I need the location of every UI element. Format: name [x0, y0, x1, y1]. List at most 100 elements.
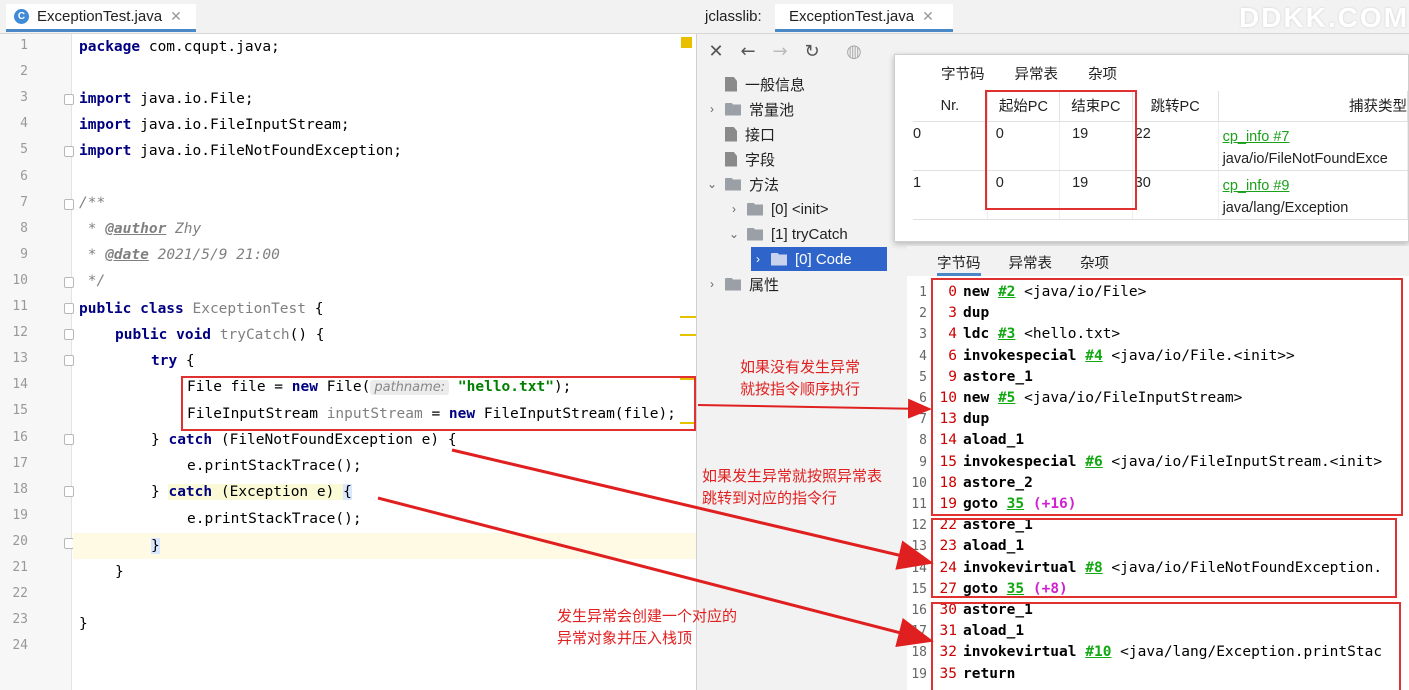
back-arrow-icon[interactable]: ← — [737, 40, 759, 62]
fold-toggle-icon[interactable] — [64, 198, 74, 210]
fold-toggle-icon[interactable] — [64, 276, 74, 288]
col-nr[interactable]: Nr. — [913, 91, 988, 122]
tab-bytecode[interactable]: 字节码 — [941, 55, 985, 87]
line-number[interactable]: 20 — [0, 534, 28, 549]
tree-item[interactable]: ⌄ [1] tryCatch — [727, 222, 848, 246]
line-number[interactable]: 4 — [0, 116, 28, 131]
col-handler-pc[interactable]: 跳转PC — [1132, 91, 1219, 122]
warning-marker-icon[interactable] — [681, 37, 692, 48]
bytecode-line-number: 18 — [911, 645, 927, 661]
fold-toggle-icon[interactable] — [64, 355, 74, 367]
code-line-7[interactable]: /** — [79, 190, 105, 216]
browser-globe-icon[interactable]: ◍ — [843, 40, 865, 62]
expand-arrow-icon[interactable]: ⌄ — [727, 227, 741, 241]
code-line-20[interactable]: } — [151, 533, 160, 559]
line-number[interactable]: 13 — [0, 351, 28, 366]
fold-toggle-icon[interactable] — [64, 146, 74, 158]
cell-type: cp_info #7 java/io/FileNotFoundExce — [1218, 121, 1408, 171]
tree-item[interactable]: › [0] <init> — [727, 197, 829, 221]
line-number[interactable]: 11 — [0, 299, 28, 314]
code-line-8[interactable]: * @author Zhy — [79, 216, 202, 242]
code-line-21[interactable]: } — [115, 559, 124, 585]
refresh-icon[interactable]: ↻ — [801, 40, 823, 62]
fold-toggle-icon[interactable] — [64, 94, 74, 106]
tree-item[interactable]: › 属性 — [705, 272, 779, 296]
line-number[interactable]: 22 — [0, 586, 28, 601]
line-number[interactable]: 21 — [0, 560, 28, 575]
tab-misc[interactable]: 杂项 — [1088, 55, 1117, 87]
code-line-23[interactable]: } — [79, 611, 88, 637]
line-number[interactable]: 16 — [0, 430, 28, 445]
expand-arrow-icon[interactable]: › — [727, 202, 741, 216]
forward-arrow-icon[interactable]: → — [769, 40, 791, 62]
tab-exception-table[interactable]: 异常表 — [1015, 55, 1059, 87]
line-number[interactable]: 1 — [0, 38, 28, 53]
code-line-17[interactable]: e.printStackTrace(); — [187, 453, 362, 479]
expand-arrow-icon[interactable]: ⌄ — [705, 177, 719, 191]
line-number[interactable]: 14 — [0, 377, 28, 392]
close-icon[interactable]: ✕ — [922, 8, 934, 25]
code-editor[interactable]: C ExceptionTest.java ✕ 1 2 3 4 5 6 7 8 9 10 11 12 13… — [0, 0, 697, 690]
code-line-18[interactable]: } catch (Exception e) { — [151, 479, 352, 505]
code-line-3[interactable]: import java.io.File; — [79, 86, 254, 112]
tree-item[interactable]: 接口 — [705, 122, 775, 146]
fold-toggle-icon[interactable] — [64, 303, 74, 314]
fold-toggle-icon[interactable] — [64, 485, 74, 497]
bytecode-line-number: 6 — [919, 391, 927, 406]
tab-exceptiontest-java[interactable]: C ExceptionTest.java ✕ — [6, 4, 196, 32]
line-number[interactable]: 12 — [0, 325, 28, 340]
jclasslib-toolbar: ✕ ← → ↻ ◍ — [697, 36, 897, 66]
tree-item[interactable]: ⌄ 方法 — [705, 172, 779, 196]
line-number[interactable]: 5 — [0, 142, 28, 157]
code-line-4[interactable]: import java.io.FileInputStream; — [79, 112, 350, 138]
line-number[interactable]: 9 — [0, 247, 28, 262]
folder-icon — [747, 227, 763, 241]
line-number[interactable]: 6 — [0, 169, 28, 184]
expand-arrow-icon[interactable]: › — [705, 277, 719, 291]
code-line-10[interactable]: */ — [79, 268, 105, 294]
code-line-1[interactable]: package com.cqupt.java; — [79, 34, 280, 60]
bytecode-line-number: 3 — [919, 327, 927, 343]
tab-misc[interactable]: 杂项 — [1080, 246, 1109, 276]
tab-jclasslib-exceptiontest[interactable]: ExceptionTest.java ✕ — [775, 4, 953, 32]
fold-toggle-icon[interactable] — [64, 329, 74, 341]
scroll-marker[interactable] — [680, 334, 696, 336]
line-number[interactable]: 19 — [0, 508, 28, 523]
line-number[interactable]: 24 — [0, 638, 28, 653]
code-line-11[interactable]: public class ExceptionTest { — [79, 296, 323, 322]
tree-item[interactable]: › 常量池 — [705, 97, 794, 121]
bytecode-line-number: 14 — [911, 560, 927, 576]
tree-item[interactable]: › [0] Code — [751, 247, 887, 271]
tab-label: ExceptionTest.java — [789, 8, 915, 25]
line-number[interactable]: 15 — [0, 403, 28, 418]
document-icon — [725, 151, 737, 167]
expand-arrow-icon[interactable]: › — [751, 252, 765, 266]
line-number[interactable]: 10 — [0, 273, 28, 288]
line-number[interactable]: 2 — [0, 64, 28, 79]
line-number[interactable]: 23 — [0, 612, 28, 627]
line-number[interactable]: 17 — [0, 456, 28, 471]
tree-item-label: [0] <init> — [771, 200, 829, 218]
expand-arrow-icon[interactable]: › — [705, 102, 719, 116]
close-icon[interactable]: ✕ — [170, 9, 182, 25]
code-line-9[interactable]: * @date 2021/5/9 21:00 — [79, 242, 280, 268]
pc-range-highlight — [985, 90, 1137, 210]
fold-toggle-icon[interactable] — [64, 433, 74, 445]
line-number[interactable]: 7 — [0, 195, 28, 210]
line-number[interactable]: 3 — [0, 90, 28, 105]
tree-item[interactable]: 字段 — [705, 147, 775, 171]
col-catch-type[interactable]: 捕获类型 — [1218, 91, 1408, 122]
tab-bytecode[interactable]: 字节码 — [937, 246, 981, 276]
code-line-12[interactable]: public void tryCatch() { — [115, 322, 325, 348]
code-line-5[interactable]: import java.io.FileNotFoundException; — [79, 138, 402, 164]
tab-exception-table[interactable]: 异常表 — [1009, 246, 1053, 276]
cp-info-link[interactable]: cp_info #7 — [1223, 129, 1290, 145]
code-line-13[interactable]: try { — [151, 348, 195, 374]
close-icon[interactable]: ✕ — [705, 40, 727, 62]
code-line-19[interactable]: e.printStackTrace(); — [187, 506, 362, 532]
tree-item[interactable]: 一般信息 — [705, 72, 805, 96]
line-number[interactable]: 18 — [0, 482, 28, 497]
scroll-marker[interactable] — [680, 316, 696, 318]
line-number[interactable]: 8 — [0, 221, 28, 236]
cp-info-link[interactable]: cp_info #9 — [1223, 178, 1290, 194]
